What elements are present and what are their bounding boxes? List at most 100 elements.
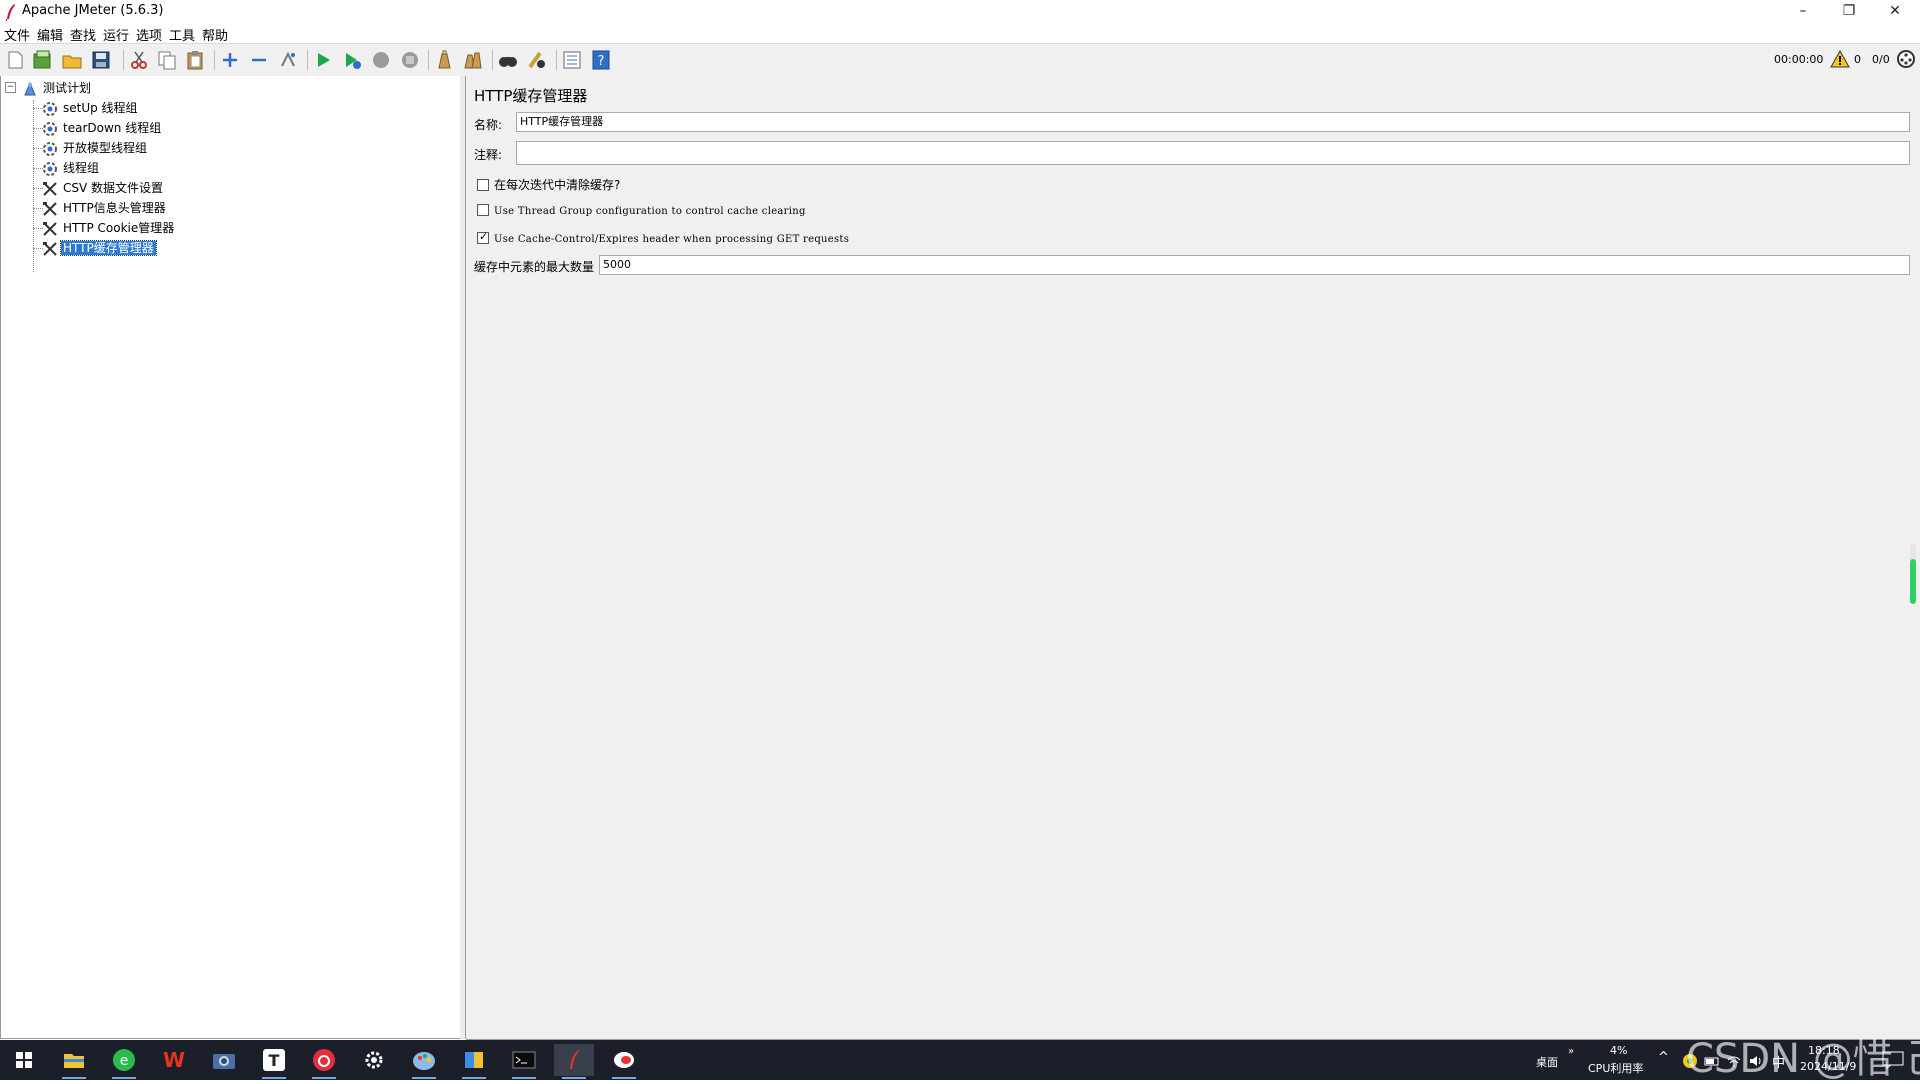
close-button[interactable]: ✕ bbox=[1872, 0, 1918, 24]
tree-label: CSV 数据文件设置 bbox=[63, 181, 164, 195]
tree-root-test-plan[interactable]: 测试计划 bbox=[22, 79, 93, 97]
camera-icon[interactable] bbox=[204, 1044, 244, 1076]
typora-icon[interactable]: T bbox=[254, 1044, 294, 1079]
expand-icon[interactable] bbox=[219, 49, 241, 71]
collapse-icon[interactable] bbox=[248, 49, 270, 71]
config-element-icon bbox=[43, 181, 57, 196]
tree-collapse-toggle[interactable]: − bbox=[5, 82, 16, 93]
tree-label: 线程组 bbox=[63, 161, 100, 175]
svg-text:T: T bbox=[269, 1051, 280, 1070]
checkbox-box[interactable] bbox=[477, 178, 489, 191]
warning-icon[interactable] bbox=[1830, 50, 1850, 68]
comment-label: 注释: bbox=[474, 148, 503, 162]
svg-text:W: W bbox=[163, 1050, 185, 1070]
clear-all-icon[interactable] bbox=[462, 49, 484, 71]
menu-tools[interactable]: 工具 bbox=[169, 25, 195, 44]
menu-file[interactable]: 文件 bbox=[4, 25, 30, 44]
new-icon[interactable] bbox=[4, 49, 26, 71]
tree-item-http-cache-manager[interactable]: HTTP缓存管理器 bbox=[42, 239, 157, 257]
thread-group-icon bbox=[43, 101, 57, 116]
config-element-icon bbox=[43, 201, 57, 216]
use-cache-control-checkbox[interactable]: Use Cache-Control/Expires header when pr… bbox=[477, 230, 850, 245]
help-icon[interactable]: ? bbox=[590, 49, 612, 71]
comment-input[interactable] bbox=[516, 141, 1910, 165]
tree-item-open-model-thread-group[interactable]: 开放模型线程组 bbox=[42, 139, 149, 157]
save-icon[interactable] bbox=[90, 49, 112, 71]
menu-search[interactable]: 查找 bbox=[70, 25, 96, 44]
folder-app-icon[interactable] bbox=[454, 1044, 494, 1079]
remote-status-icon[interactable] bbox=[1896, 49, 1916, 69]
checkbox-box[interactable] bbox=[477, 230, 489, 244]
tree-item-http-header-manager[interactable]: HTTP信息头管理器 bbox=[42, 199, 168, 217]
cut-icon[interactable] bbox=[128, 49, 150, 71]
tray-expand-icon[interactable]: ^ bbox=[1658, 1050, 1669, 1065]
chat-app-icon[interactable] bbox=[604, 1044, 644, 1079]
svg-text:?: ? bbox=[598, 54, 605, 69]
desktop-label[interactable]: 桌面 bbox=[1536, 1054, 1558, 1070]
restore-button[interactable]: ❐ bbox=[1826, 0, 1872, 24]
jmeter-icon[interactable] bbox=[554, 1044, 594, 1079]
active-threads: 0/0 bbox=[1872, 53, 1890, 66]
menu-help[interactable]: 帮助 bbox=[202, 25, 228, 44]
config-element-icon bbox=[43, 221, 57, 236]
name-input[interactable] bbox=[516, 112, 1910, 132]
tree-label: HTTP缓存管理器 bbox=[60, 240, 157, 256]
tree-item-http-cookie-manager[interactable]: HTTP Cookie管理器 bbox=[42, 219, 176, 237]
toolbar: ? 00:00:00 0 0/0 bbox=[0, 43, 1920, 77]
thread-group-icon bbox=[43, 161, 57, 176]
max-elements-label: 缓存中元素的最大数量 bbox=[474, 260, 595, 274]
tree-item-thread-group[interactable]: 线程组 bbox=[42, 159, 101, 177]
tree-item-setup-thread-group[interactable]: setUp 线程组 bbox=[42, 99, 140, 117]
function-helper-icon[interactable] bbox=[561, 49, 583, 71]
tree-label: setUp 线程组 bbox=[63, 101, 138, 115]
checkbox-box[interactable] bbox=[477, 204, 489, 216]
thread-group-icon bbox=[43, 141, 57, 156]
tree-label: 开放模型线程组 bbox=[63, 141, 148, 155]
settings-icon[interactable] bbox=[354, 1044, 394, 1076]
clear-icon[interactable] bbox=[433, 49, 455, 71]
reset-search-icon[interactable] bbox=[526, 49, 548, 71]
start-no-pause-icon[interactable] bbox=[341, 49, 363, 71]
cpu-percent: 4% bbox=[1610, 1044, 1628, 1057]
netease-music-icon[interactable] bbox=[304, 1044, 344, 1079]
checkbox-label: 在每次迭代中清除缓存? bbox=[494, 178, 621, 192]
csdn-watermark: CSDN @惜 己 bbox=[1686, 1036, 1920, 1082]
templates-icon[interactable] bbox=[31, 49, 53, 71]
cpu-label: CPU利用率 bbox=[1588, 1062, 1644, 1075]
file-explorer-icon[interactable] bbox=[54, 1044, 94, 1079]
menu-run[interactable]: 运行 bbox=[103, 25, 129, 44]
stop-icon[interactable] bbox=[370, 49, 392, 71]
copy-icon[interactable] bbox=[156, 49, 178, 71]
shutdown-icon[interactable] bbox=[399, 49, 421, 71]
thread-group-icon bbox=[43, 121, 57, 136]
menu-options[interactable]: 选项 bbox=[136, 25, 162, 44]
start-icon[interactable] bbox=[312, 49, 334, 71]
menu-edit[interactable]: 编辑 bbox=[37, 25, 63, 44]
memory-gauge bbox=[1910, 544, 1916, 604]
panel-title: HTTP缓存管理器 bbox=[474, 87, 588, 105]
clear-each-iteration-checkbox[interactable]: 在每次迭代中清除缓存? bbox=[477, 176, 620, 193]
terminal-icon[interactable] bbox=[504, 1044, 544, 1079]
use-thread-group-config-checkbox[interactable]: Use Thread Group configuration to contro… bbox=[477, 204, 806, 217]
overflow-chevron-icon[interactable]: » bbox=[1568, 1046, 1574, 1057]
tree-item-csv-data-set[interactable]: CSV 数据文件设置 bbox=[42, 179, 165, 197]
start-icon[interactable] bbox=[4, 1044, 44, 1076]
paint-icon[interactable] bbox=[404, 1044, 444, 1079]
tree-label: HTTP信息头管理器 bbox=[63, 201, 166, 215]
tree-label: HTTP Cookie管理器 bbox=[63, 221, 175, 235]
tree-item-teardown-thread-group[interactable]: tearDown 线程组 bbox=[42, 119, 163, 137]
jmeter-feather-icon bbox=[5, 4, 15, 21]
elapsed-timer: 00:00:00 bbox=[1774, 53, 1824, 66]
name-label: 名称: bbox=[474, 118, 503, 132]
minimize-button[interactable]: – bbox=[1780, 0, 1826, 24]
paste-icon[interactable] bbox=[184, 49, 206, 71]
open-icon[interactable] bbox=[61, 49, 83, 71]
max-elements-input[interactable] bbox=[599, 255, 1910, 275]
search-icon[interactable] bbox=[497, 49, 519, 71]
checkbox-label: Use Cache-Control/Expires header when pr… bbox=[494, 234, 850, 245]
browser-icon[interactable]: e bbox=[104, 1044, 144, 1079]
wps-icon[interactable]: W bbox=[154, 1044, 194, 1076]
toggle-icon[interactable] bbox=[277, 49, 299, 71]
checkbox-label: Use Thread Group configuration to contro… bbox=[494, 206, 806, 217]
svg-text:e: e bbox=[120, 1053, 129, 1069]
